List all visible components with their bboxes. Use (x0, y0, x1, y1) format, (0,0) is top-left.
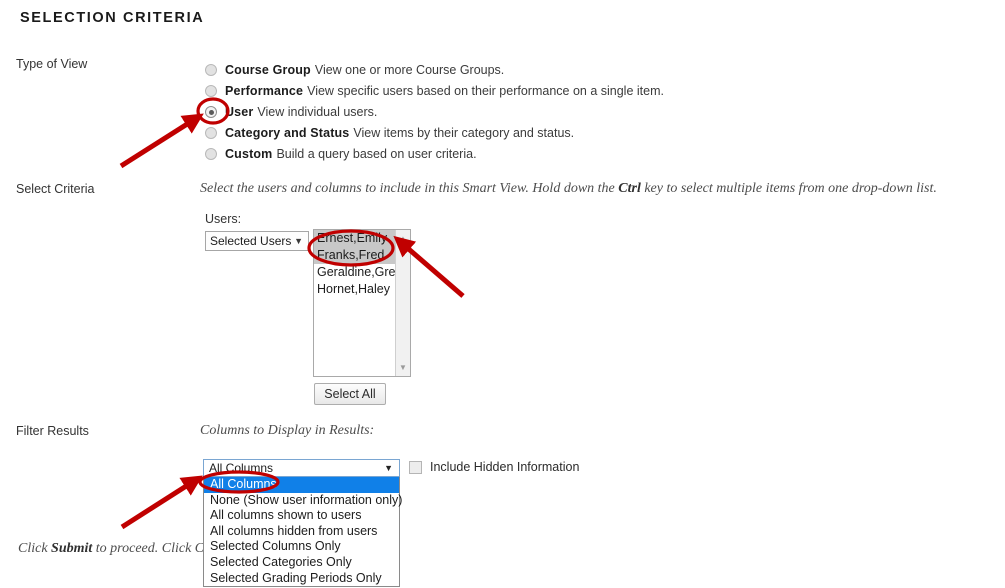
columns-dropdown-option-6[interactable]: Selected Grading Periods Only (204, 571, 399, 587)
columns-to-display-selected-value: All Columns (209, 461, 274, 475)
columns-dropdown-option-3[interactable]: All columns hidden from users (204, 524, 399, 540)
users-label: Users: (205, 212, 242, 226)
type-of-view-option-name: User (225, 105, 254, 119)
radio-button-icon[interactable] (205, 85, 217, 97)
include-hidden-information-checkbox[interactable] (409, 460, 422, 474)
help-suffix: key to select multiple items from one dr… (640, 181, 937, 196)
submit-suffix: to proceed. Click C (92, 541, 205, 556)
type-of-view-option-name: Category and Status (225, 126, 350, 140)
users-listbox-option-2[interactable]: Geraldine,Greg (314, 264, 402, 281)
chevron-down-icon: ▼ (384, 462, 393, 473)
include-hidden-information-row[interactable]: Include Hidden Information (409, 460, 579, 474)
submit-keyword: Submit (51, 541, 93, 556)
arrow-to-all-columns-option (120, 475, 203, 530)
select-all-button[interactable]: Select All (314, 383, 386, 405)
columns-dropdown-option-0[interactable]: All Columns (204, 477, 399, 493)
columns-dropdown-option-2[interactable]: All columns shown to users (204, 508, 399, 524)
columns-dropdown-option-1[interactable]: None (Show user information only) (204, 493, 402, 509)
type-of-view-option-description: View items by their category and status. (353, 126, 575, 140)
columns-to-display-help-text: Columns to Display in Results: (200, 423, 375, 438)
users-scope-select-value: Selected Users (210, 234, 292, 248)
arrow-to-selected-users (393, 235, 465, 298)
radio-button-icon[interactable] (205, 64, 217, 76)
section-label-type-of-view: Type of View (16, 57, 88, 71)
users-listbox[interactable]: Ernest,Emily Franks,Fred Geraldine,Greg Hor… (313, 229, 411, 377)
users-listbox-option-3[interactable]: Hornet,Haley (314, 281, 395, 298)
page-title: SELECTION CRITERIA (20, 10, 205, 26)
submit-instruction-text: Click Submit to proceed. Click C (18, 541, 204, 557)
type-of-view-option-1[interactable]: Performance View specific users based on … (205, 81, 664, 102)
users-listbox-options: Ernest,Emily Franks,Fred Geraldine,Greg Hor… (314, 230, 402, 298)
type-of-view-option-description: View specific users based on their perfo… (307, 84, 664, 98)
columns-to-display-dropdown-list[interactable]: All Columns None (Show user information o… (203, 477, 402, 588)
type-of-view-option-description: Build a query based on user criteria. (276, 147, 477, 161)
radio-button-icon[interactable] (205, 148, 217, 160)
select-criteria-help-text: Select the users and columns to include … (200, 181, 937, 197)
type-of-view-option-description: View individual users. (257, 105, 378, 119)
arrow-to-user-radio (119, 113, 204, 169)
users-listbox-scrollbar[interactable]: ▲ ▼ (395, 230, 410, 376)
type-of-view-option-4[interactable]: Custom Build a query based on user criter… (205, 144, 664, 165)
columns-dropdown-option-5[interactable]: Selected Categories Only (204, 555, 399, 571)
type-of-view-option-name: Course Group (225, 63, 311, 77)
type-of-view-option-3[interactable]: Category and Status View items by their c… (205, 123, 664, 144)
radio-button-icon[interactable] (205, 127, 217, 139)
type-of-view-option-name: Performance (225, 84, 304, 98)
type-of-view-option-description: View one or more Course Groups. (314, 63, 505, 77)
type-of-view-option-name: Custom (225, 147, 273, 161)
submit-prefix: Click (18, 541, 52, 556)
section-label-select-criteria: Select Criteria (16, 182, 95, 196)
type-of-view-option-0[interactable]: Course Group View one or more Course Grou… (205, 60, 664, 81)
users-scope-select[interactable]: Selected Users ▼ (205, 231, 309, 251)
columns-dropdown-option-4[interactable]: Selected Columns Only (204, 539, 399, 555)
type-of-view-radio-group: Course Group View one or more Course Grou… (205, 60, 664, 165)
include-hidden-information-label: Include Hidden Information (430, 460, 580, 474)
type-of-view-option-2[interactable]: User View individual users. (205, 102, 664, 123)
section-label-filter-results: Filter Results (16, 424, 89, 438)
columns-to-display-select[interactable]: All Columns ▼ (203, 459, 400, 477)
scroll-up-arrow-icon[interactable]: ▲ (396, 231, 410, 246)
radio-button-icon[interactable] (205, 106, 217, 118)
users-listbox-option-0[interactable]: Ernest,Emily (314, 230, 395, 247)
help-ctrl-keyword: Ctrl (618, 181, 641, 196)
users-listbox-option-1[interactable]: Franks,Fred (314, 247, 395, 264)
help-prefix: Select the users and columns to include … (200, 181, 619, 196)
scroll-down-arrow-icon[interactable]: ▼ (396, 360, 410, 375)
chevron-down-icon: ▼ (294, 235, 303, 246)
